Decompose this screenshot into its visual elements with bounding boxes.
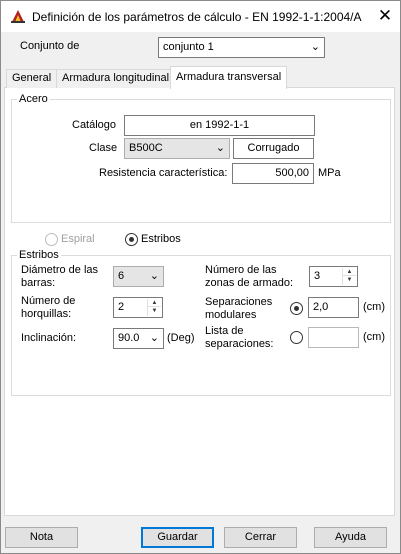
horquillas-value: 2 xyxy=(118,301,125,313)
separaciones-radio[interactable] xyxy=(290,302,303,315)
catalogo-field[interactable]: en 1992-1-1 xyxy=(124,115,315,136)
catalogo-value: en 1992-1-1 xyxy=(189,119,250,131)
conjunto-value: conjunto 1 xyxy=(163,41,214,53)
clase-value: B500C xyxy=(129,142,163,154)
horquillas-stepper[interactable]: 2 ▲ ▼ xyxy=(113,297,163,318)
separaciones-label-line1: Separaciones xyxy=(205,296,273,308)
lista-field[interactable] xyxy=(308,327,359,348)
dialog-window: Definición de los parámetros de cálculo … xyxy=(0,0,401,554)
chevron-down-icon: ⌄ xyxy=(310,41,320,53)
window-title: Definición de los parámetros de cálculo … xyxy=(32,10,362,24)
zonas-label-line1: Número de las xyxy=(205,264,277,276)
zonas-label: Número de las zonas de armado: xyxy=(205,264,293,290)
nota-button[interactable]: Nota xyxy=(5,527,78,548)
lista-label-line2: separaciones: xyxy=(205,338,274,350)
horquillas-label-line1: Número de xyxy=(21,295,76,307)
separaciones-value: 2,0 xyxy=(313,301,329,313)
diametro-label-line1: Diámetro de las xyxy=(21,264,99,276)
estribos-radio[interactable] xyxy=(125,233,138,246)
estribos-legend: Estribos xyxy=(17,249,61,261)
app-logo-icon xyxy=(11,10,25,23)
resistencia-field[interactable]: 500,00 xyxy=(232,163,314,184)
inclinacion-unit: (Deg) xyxy=(167,332,195,344)
title-bar: Definición de los parámetros de cálculo … xyxy=(1,1,400,32)
zonas-stepper[interactable]: 3 ▲ ▼ xyxy=(309,266,358,287)
horquillas-label: Número de horquillas: xyxy=(21,295,75,321)
chevron-down-icon: ⌄ xyxy=(215,142,225,154)
chevron-down-icon: ⌄ xyxy=(149,332,159,344)
inclinacion-value: 90.0 xyxy=(118,332,140,344)
tab-panel: Acero Catálogo en 1992-1-1 Clase B500C ⌄… xyxy=(4,88,395,516)
resistencia-label: Resistencia característica: xyxy=(99,167,228,179)
cerrar-button[interactable]: Cerrar xyxy=(224,527,297,548)
separaciones-unit: (cm) xyxy=(363,301,385,313)
tab-armadura-longitudinal[interactable]: Armadura longitudinal xyxy=(56,69,176,88)
separaciones-label-line2: modulares xyxy=(205,309,257,321)
catalogo-label: Catálogo xyxy=(72,119,117,131)
zonas-label-line2: zonas de armado: xyxy=(205,277,294,289)
resistencia-unit: MPa xyxy=(318,167,341,179)
tab-general[interactable]: General xyxy=(6,69,58,88)
clase-type-value: Corrugado xyxy=(247,142,300,154)
separaciones-label: Separaciones modulares xyxy=(205,296,272,322)
resistencia-value: 500,00 xyxy=(275,167,309,179)
tab-armadura-transversal[interactable]: Armadura transversal xyxy=(170,66,288,89)
diametro-value: 6 xyxy=(118,270,125,282)
conjunto-select[interactable]: conjunto 1 ⌄ xyxy=(158,37,325,58)
chevron-down-icon: ⌄ xyxy=(149,270,159,282)
separaciones-field[interactable]: 2,0 xyxy=(308,297,359,318)
close-icon[interactable]: ✕ xyxy=(373,5,397,27)
inclinacion-label: Inclinación: xyxy=(21,332,77,344)
clase-type-field[interactable]: Corrugado xyxy=(233,138,314,159)
lista-label: Lista de separaciones: xyxy=(205,325,274,351)
acero-legend: Acero xyxy=(17,93,50,105)
horquillas-label-line2: horquillas: xyxy=(21,308,72,320)
diametro-label-line2: barras: xyxy=(21,277,56,289)
lista-unit: (cm) xyxy=(363,331,385,343)
spin-arrows-icon[interactable]: ▲ ▼ xyxy=(147,299,161,316)
estribos-label: Estribos xyxy=(141,233,181,245)
espiral-radio[interactable] xyxy=(45,233,58,246)
clase-label: Clase xyxy=(89,142,118,154)
lista-radio[interactable] xyxy=(290,331,303,344)
ayuda-button[interactable]: Ayuda xyxy=(314,527,387,548)
diametro-select[interactable]: 6 ⌄ xyxy=(113,266,164,287)
spin-arrows-icon[interactable]: ▲ ▼ xyxy=(342,268,356,285)
espiral-label: Espiral xyxy=(61,233,95,245)
guardar-button[interactable]: Guardar xyxy=(141,527,214,548)
inclinacion-select[interactable]: 90.0 ⌄ xyxy=(113,328,164,349)
diametro-label: Diámetro de las barras: xyxy=(21,264,98,290)
zonas-value: 3 xyxy=(314,270,321,282)
clase-select[interactable]: B500C ⌄ xyxy=(124,138,230,159)
lista-label-line1: Lista de xyxy=(205,325,244,337)
conjunto-label: Conjunto de xyxy=(20,40,80,52)
